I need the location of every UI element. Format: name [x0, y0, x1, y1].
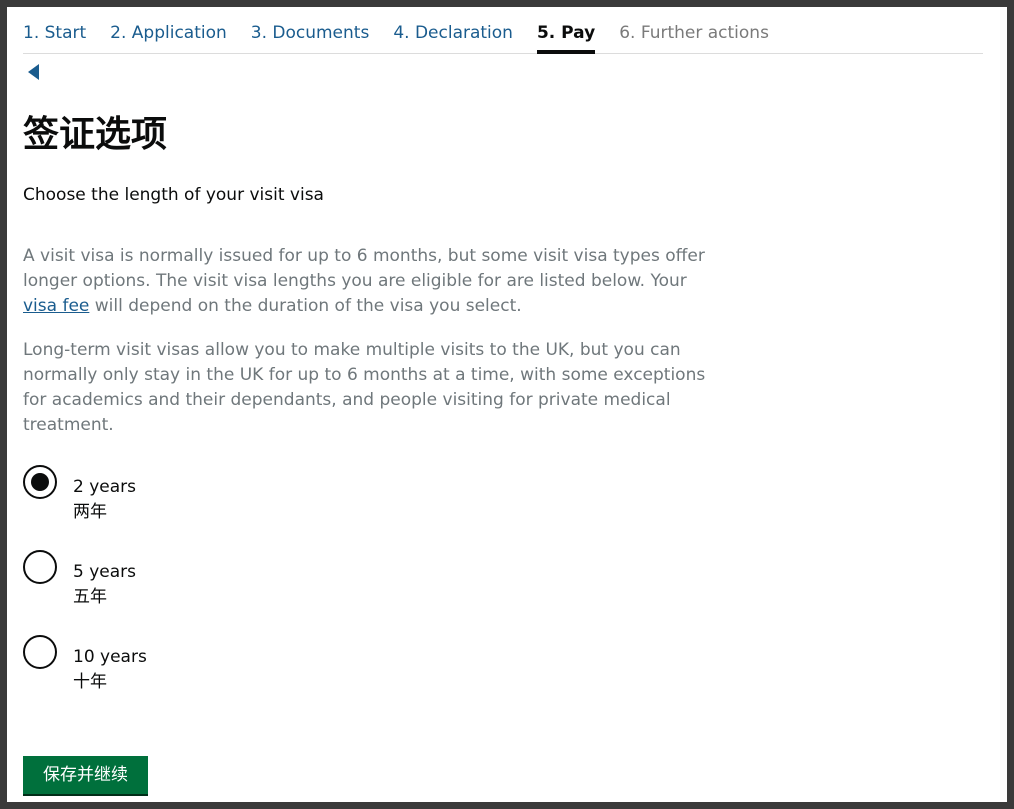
radio-5-years[interactable]	[23, 550, 57, 584]
step-application[interactable]: 2. Application	[110, 7, 227, 53]
page-title: 签证选项	[23, 114, 168, 155]
option-5-years[interactable]: 5 years 五年	[23, 550, 423, 610]
visa-fee-link[interactable]: visa fee	[23, 296, 89, 316]
option-10-years[interactable]: 10 years 十年	[23, 635, 423, 695]
option-sublabel: 两年	[73, 502, 107, 522]
option-2-years[interactable]: 2 years 两年	[23, 465, 423, 525]
triangle-left-icon	[28, 64, 39, 80]
option-label: 5 years	[73, 562, 137, 582]
question-lead: Choose the length of your visit visa	[23, 185, 324, 205]
option-sublabel: 十年	[73, 672, 107, 692]
step-declaration[interactable]: 4. Declaration	[393, 7, 513, 53]
info-paragraph-1: A visit visa is normally issued for up t…	[23, 244, 713, 319]
option-label: 10 years	[73, 647, 147, 667]
back-link[interactable]	[25, 62, 43, 82]
step-navigation: 1. Start 2. Application 3. Documents 4. …	[23, 7, 983, 54]
info-paragraph-2: Long-term visit visas allow you to make …	[23, 340, 706, 435]
step-further-actions: 6. Further actions	[619, 23, 769, 43]
step-start[interactable]: 1. Start	[23, 7, 86, 53]
radio-2-years[interactable]	[23, 465, 57, 499]
radio-10-years[interactable]	[23, 635, 57, 669]
info-paragraph-1-text: A visit visa is normally issued for up t…	[23, 246, 705, 291]
info-paragraph-1-text-end: will depend on the duration of the visa …	[89, 296, 522, 316]
step-documents[interactable]: 3. Documents	[251, 7, 370, 53]
step-pay[interactable]: 5. Pay	[536, 7, 596, 54]
save-and-continue-button[interactable]: 保存并继续	[23, 756, 148, 794]
option-label: 2 years	[73, 477, 137, 497]
option-sublabel: 五年	[73, 587, 107, 607]
page-frame: 1. Start 2. Application 3. Documents 4. …	[7, 7, 1007, 802]
